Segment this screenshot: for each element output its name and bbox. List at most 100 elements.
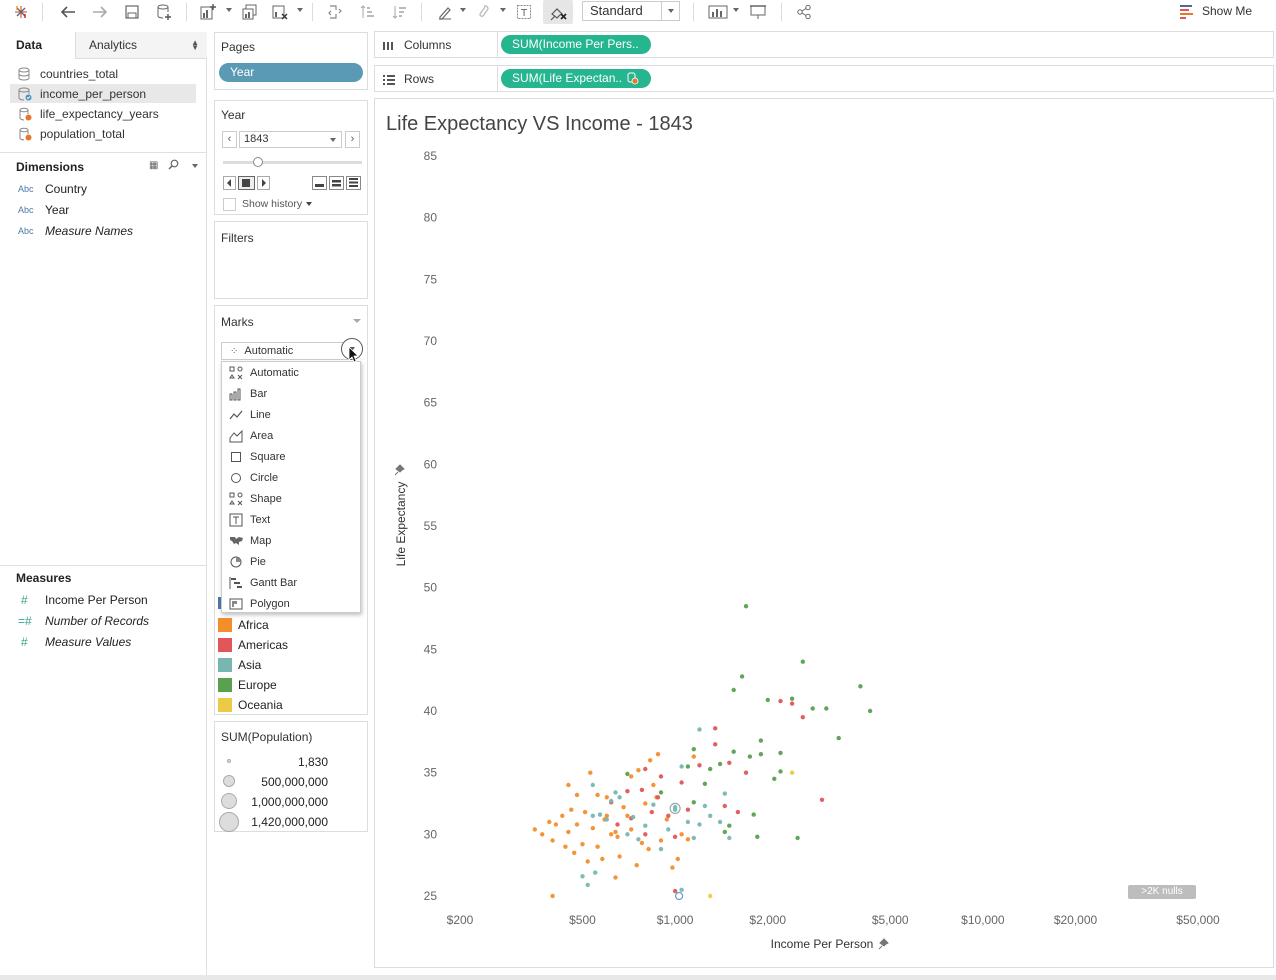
speed-fast-button[interactable] — [346, 176, 361, 190]
play-backward-button[interactable] — [223, 176, 236, 190]
duplicate-sheet-icon[interactable] — [238, 1, 262, 23]
group-members-icon[interactable] — [472, 1, 494, 23]
chevron-down-icon — [661, 2, 679, 20]
data-point — [765, 697, 770, 703]
y-tick-label: 25 — [424, 889, 438, 903]
marks-card-menu-icon[interactable] — [353, 319, 361, 323]
play-forward-button[interactable] — [257, 176, 270, 190]
year-select[interactable]: 1843 — [239, 131, 342, 148]
sheet-tab-bar — [0, 975, 1276, 980]
fit-select[interactable]: Standard — [582, 1, 680, 21]
menu-caret-icon[interactable] — [192, 164, 198, 168]
size-legend-item[interactable]: 1,420,000,000 — [215, 812, 367, 832]
undo-icon[interactable] — [57, 1, 79, 23]
redo-icon[interactable] — [89, 1, 111, 23]
menu-item-shape[interactable]: Shape — [222, 488, 360, 509]
show-cards-icon[interactable] — [706, 1, 730, 23]
menu-item-circle[interactable]: Circle — [222, 467, 360, 488]
datasource-income-per-person[interactable]: income_per_person — [10, 84, 196, 103]
rows-shelf[interactable]: Rows SUM(Life Expectan.. — [374, 65, 1274, 92]
columns-pill[interactable]: SUM(Income Per Pers.. — [501, 35, 651, 54]
menu-item-polygon[interactable]: Polygon — [222, 593, 360, 614]
field-year[interactable]: Abc Year — [18, 201, 69, 219]
field-measure-values[interactable]: # Measure Values — [18, 633, 131, 651]
legend-label: Europe — [238, 677, 277, 692]
sort-ascending-icon[interactable] — [356, 1, 378, 23]
data-point — [731, 749, 736, 754]
show-mark-labels-icon[interactable]: T — [513, 1, 535, 23]
show-me-button[interactable]: Show Me — [1180, 2, 1252, 20]
datasource-countries-total[interactable]: countries_total — [10, 64, 196, 83]
menu-item-gantt-bar[interactable]: Gantt Bar — [222, 572, 360, 593]
speed-medium-button[interactable] — [329, 176, 344, 190]
search-icon[interactable] — [168, 159, 179, 173]
new-datasource-icon[interactable] — [153, 1, 175, 23]
previous-page-button[interactable]: ‹ — [222, 131, 237, 148]
save-icon[interactable] — [121, 1, 143, 23]
legend-item-asia[interactable]: Asia — [218, 656, 261, 673]
year-slider-thumb[interactable] — [253, 157, 263, 167]
menu-item-area[interactable]: Area — [222, 425, 360, 446]
scatter-chart[interactable]: 25 30 35 40 45 50 55 60 65 70 75 80 85 $200 $500 $1,000… — [375, 99, 1273, 967]
mark-type-value: Automatic — [244, 345, 294, 357]
speed-slow-button[interactable] — [312, 176, 327, 190]
legend-item-oceania[interactable]: Oceania — [218, 696, 283, 713]
show-history-toggle[interactable]: Show history — [223, 196, 313, 212]
size-legend-item[interactable]: 500,000,000 — [215, 772, 367, 792]
stop-button[interactable] — [238, 176, 255, 190]
legend-label: Africa — [238, 617, 269, 632]
line-icon — [229, 408, 243, 422]
new-worksheet-icon[interactable] — [196, 1, 220, 23]
columns-shelf[interactable]: Columns SUM(Income Per Pers.. — [374, 31, 1274, 58]
datasource-label: income_per_person — [40, 86, 147, 101]
swap-rows-columns-icon[interactable] — [324, 1, 346, 23]
rows-pill[interactable]: SUM(Life Expectan.. — [501, 69, 651, 88]
pages-year-pill[interactable]: Year — [219, 63, 363, 82]
data-point — [670, 865, 675, 870]
size-legend-label: 1,420,000,000 — [251, 815, 328, 829]
next-page-button[interactable]: › — [345, 131, 360, 148]
field-country[interactable]: Abc Country — [18, 180, 87, 198]
data-point — [630, 814, 636, 820]
datasource-population-total[interactable]: population_total — [10, 124, 196, 143]
menu-item-pie[interactable]: Pie — [222, 551, 360, 572]
field-measure-names[interactable]: Abc Measure Names — [18, 222, 133, 240]
legend-item-europe[interactable]: Europe — [218, 676, 277, 693]
legend-item-americas[interactable]: Americas — [218, 636, 288, 653]
tableau-logo-icon[interactable] — [10, 1, 32, 23]
show-history-checkbox[interactable] — [223, 197, 236, 211]
year-slider[interactable] — [223, 157, 362, 167]
pill-label: Year — [230, 65, 255, 79]
sort-descending-icon[interactable] — [388, 1, 410, 23]
menu-item-map[interactable]: Map — [222, 530, 360, 551]
tab-analytics[interactable]: Analytics ▲ ▼ — [76, 32, 207, 59]
clear-sheet-icon[interactable] — [268, 1, 292, 23]
mark-type-select[interactable]: ⁘ Automatic — [221, 342, 356, 360]
size-legend-item[interactable]: 1,000,000,000 — [215, 792, 367, 812]
x-tick-label: $50,000 — [1176, 913, 1220, 927]
menu-item-text[interactable]: Text — [222, 509, 360, 530]
nulls-indicator[interactable]: >2K nulls — [1128, 885, 1196, 899]
highlight-icon[interactable] — [434, 1, 456, 23]
field-income-per-person[interactable]: # Income Per Person — [18, 591, 148, 609]
datasource-life-expectancy-years[interactable]: life_expectancy_years — [10, 104, 196, 123]
tab-data[interactable]: Data — [0, 32, 76, 59]
size-legend-item[interactable]: 1,830 — [215, 752, 367, 772]
menu-item-bar[interactable]: Bar — [222, 383, 360, 404]
presentation-mode-icon[interactable] — [746, 1, 770, 23]
field-number-of-records[interactable]: =# Number of Records — [18, 612, 149, 630]
menu-item-automatic[interactable]: Automatic — [222, 362, 360, 383]
menu-item-square[interactable]: Square — [222, 446, 360, 467]
menu-item-line[interactable]: Line — [222, 404, 360, 425]
view-options-icon[interactable]: ▦ — [149, 160, 158, 171]
data-point — [532, 827, 537, 832]
legend-item-africa[interactable]: Africa — [218, 616, 269, 633]
fix-axes-button[interactable] — [543, 0, 573, 24]
share-icon[interactable] — [793, 1, 815, 23]
data-point — [634, 863, 639, 868]
text-icon — [229, 513, 243, 527]
data-point — [743, 770, 749, 775]
data-point — [658, 790, 664, 795]
field-label: Year — [45, 203, 70, 217]
field-label: Number of Records — [45, 614, 150, 628]
